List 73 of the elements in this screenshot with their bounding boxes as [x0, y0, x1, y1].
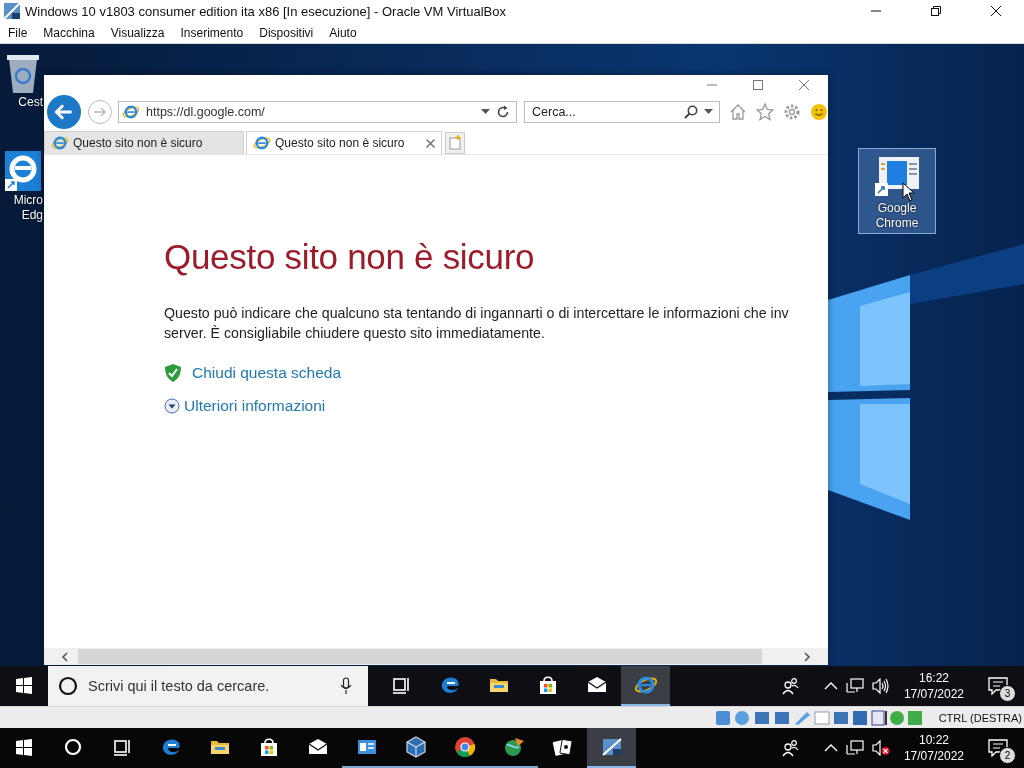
menu-item[interactable]: File	[8, 25, 28, 40]
desktop-icon-label: Google	[877, 201, 917, 216]
network-icon[interactable]	[845, 740, 864, 756]
restore-icon[interactable]	[930, 5, 942, 17]
internet-explorer-icon	[122, 103, 140, 121]
volume-muted-icon[interactable]	[871, 740, 890, 756]
desktop-icon-label: Cest	[18, 95, 43, 110]
refresh-icon[interactable]	[496, 105, 510, 119]
desktop-icon-label: Chrome	[875, 216, 919, 231]
internet-explorer-icon	[51, 134, 69, 152]
clock-date: 17/07/2022	[903, 748, 964, 764]
browser-tab[interactable]: Questo sito non è sicuro	[44, 131, 244, 154]
link[interactable]: Chiudi questa scheda	[192, 364, 342, 382]
edge-shortcut-icon	[3, 149, 43, 193]
notifications-icon[interactable]	[988, 739, 1008, 757]
chevron-up-icon[interactable]	[823, 681, 838, 691]
menu-item[interactable]: Macchina	[43, 25, 95, 40]
clock-date: 17/07/2022	[903, 686, 964, 702]
close-icon[interactable]	[990, 5, 1002, 17]
scroll-right-icon[interactable]	[802, 651, 812, 662]
desktop-icon[interactable]: Google Chrome	[858, 148, 936, 234]
expand-icon[interactable]	[164, 398, 180, 414]
notifications-icon[interactable]	[988, 677, 1008, 695]
browser-tab[interactable]: Questo sito non è sicuro	[246, 131, 442, 154]
tab-title: Questo sito non è sicuro	[73, 136, 203, 150]
desktop-icon[interactable]: Micro Edg	[0, 148, 44, 224]
cortana-circle-icon	[58, 676, 78, 696]
dropdown-caret-icon[interactable]	[481, 109, 490, 115]
tab-title: Questo sito non è sicuro	[275, 136, 405, 150]
address-bar[interactable]: https://dl.google.com/	[118, 101, 517, 123]
search-field[interactable]: Cerca...	[524, 101, 720, 123]
url-text: https://dl.google.com/	[146, 105, 265, 119]
network-icon[interactable]	[845, 678, 864, 694]
back-button[interactable]	[46, 94, 82, 130]
internet-explorer-icon	[253, 134, 271, 152]
menu-item[interactable]: Dispositivi	[259, 25, 314, 40]
chrome-icon	[452, 735, 477, 759]
close-tab-icon[interactable]	[426, 138, 435, 148]
chevron-up-icon[interactable]	[823, 743, 838, 753]
taskbar-search-field[interactable]: Scrivi qui il testo da cercare.	[48, 666, 368, 706]
notification-count: 2	[999, 747, 1016, 764]
people-icon[interactable]	[781, 739, 800, 757]
scroll-left-icon[interactable]	[60, 651, 70, 662]
page-heading: Questo sito non è sicuro	[164, 237, 536, 277]
home-icon[interactable]	[729, 103, 747, 121]
people-icon[interactable]	[781, 677, 800, 695]
microphone-icon[interactable]	[340, 677, 352, 695]
desktop-icon-label: Edg	[21, 208, 43, 223]
window-title: Windows 10 v1803 consumer edition ita x86 [In esecuzione] - Oracle VM VirtualBox	[25, 3, 506, 19]
dropdown-caret-icon[interactable]	[704, 109, 713, 115]
cube-icon	[403, 735, 428, 759]
clock-time: 16:22	[918, 670, 949, 686]
menu-item[interactable]: Visualizza	[110, 25, 165, 40]
link[interactable]: Ulteriori informazioni	[184, 397, 326, 415]
mouse-pointer-icon	[902, 182, 915, 202]
taskbar-button[interactable]	[587, 728, 636, 768]
search-icon[interactable]	[684, 105, 698, 119]
desktop-icon-label: Micro	[13, 193, 43, 208]
menu-item[interactable]: Aiuto	[329, 25, 357, 40]
clock-time: 10:22	[918, 732, 949, 748]
favorites-star-icon[interactable]	[756, 103, 774, 121]
maximize-icon[interactable]	[752, 78, 764, 91]
notification-count: 3	[999, 685, 1016, 702]
menu-item[interactable]: Inserimento	[180, 25, 244, 40]
smiley-icon[interactable]	[810, 103, 828, 121]
horizontal-scrollbar[interactable]	[44, 648, 828, 665]
desktop-icon[interactable]: Cest	[0, 50, 44, 111]
host-key-label: CTRL (DESTRA)	[938, 711, 1022, 724]
settings-icon[interactable]	[783, 103, 801, 121]
volume-icon[interactable]	[871, 678, 890, 694]
warning-text: server. È consigliabile chiudere questo sito immediatamente.	[164, 324, 546, 343]
shield-icon	[164, 363, 182, 383]
warning-text: Questo può indicare che qualcuno sta tentando di ingannarti o di intercettare le informazioni che inv	[164, 304, 790, 323]
